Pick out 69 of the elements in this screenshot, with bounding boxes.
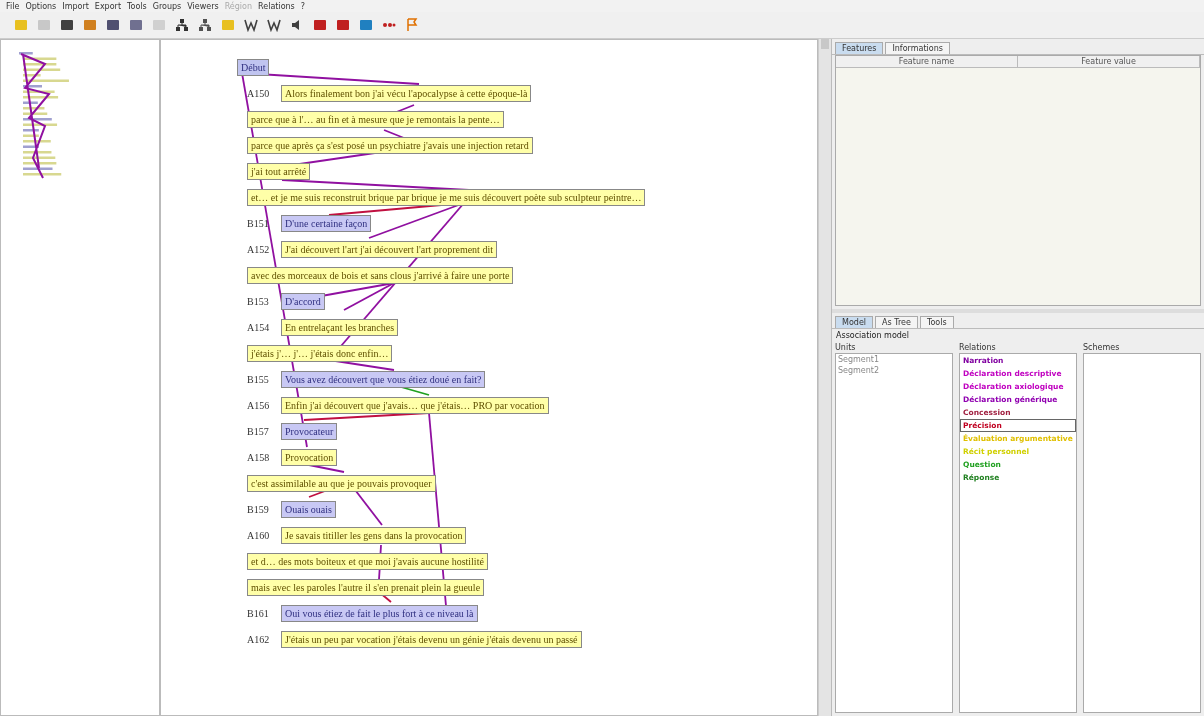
text-segment[interactable]: Provocateur bbox=[281, 422, 338, 440]
text-segment[interactable]: J'ai découvert l'art j'ai découvert l'art proprement dit bbox=[281, 240, 497, 258]
menu-item[interactable]: Options bbox=[25, 1, 57, 11]
panel-tab[interactable]: Informations bbox=[885, 42, 950, 54]
speaker-label: A162 bbox=[247, 633, 271, 645]
text-segment[interactable]: Oui vous étiez de fait le plus fort à ce niveau là bbox=[281, 604, 478, 622]
scroll-thumb[interactable] bbox=[821, 39, 829, 49]
shape-icon bbox=[336, 18, 350, 32]
speaker-label: B153 bbox=[247, 295, 270, 307]
speaker-label: B155 bbox=[247, 373, 270, 385]
blank-icon bbox=[37, 18, 51, 32]
text-segment[interactable]: Je savais titiller les gens dans la provocation bbox=[281, 526, 467, 544]
tree-icon bbox=[198, 18, 212, 32]
column-header: Feature value bbox=[1018, 56, 1200, 68]
shape-icon bbox=[313, 18, 327, 32]
speaker-label: A150 bbox=[247, 87, 271, 99]
text-segment[interactable]: Alors finalement bon j'ai vécu l'apocalypse à cette époque-là bbox=[281, 84, 532, 102]
speaker-label: A156 bbox=[247, 399, 271, 411]
panel-tab[interactable]: Features bbox=[835, 42, 884, 54]
text-segment[interactable]: mais avec les paroles l'autre il s'en prenait plein la gueule bbox=[247, 578, 485, 596]
speaker-label: A154 bbox=[247, 321, 271, 333]
text-segment[interactable]: En entrelaçant les branches bbox=[281, 318, 399, 336]
menu-item[interactable]: Export bbox=[94, 1, 121, 11]
text-segment[interactable]: et d… des mots boiteux et que moi j'avais aucune hostilité bbox=[247, 552, 488, 570]
menu-item[interactable]: Viewers bbox=[187, 1, 219, 11]
text-segment[interactable]: Ouais ouais bbox=[281, 500, 336, 518]
text-segment[interactable]: avec des morceaux de bois et sans clous j'arrivé à faire une porte bbox=[247, 266, 514, 284]
column-header: Relations bbox=[959, 342, 997, 353]
list-item[interactable]: Segment1 bbox=[836, 354, 952, 365]
toolbar-button[interactable] bbox=[196, 16, 214, 34]
flag-icon bbox=[405, 18, 419, 32]
list-item[interactable]: Segment2 bbox=[836, 365, 952, 376]
text-segment[interactable]: Vous avez découvert que vous étiez doué en fait? bbox=[281, 370, 486, 388]
text-segment[interactable]: parce que à l'… au fin et à mesure que je remontais la pente… bbox=[247, 110, 504, 128]
column-header: Schemes bbox=[1083, 342, 1121, 353]
panel-tab[interactable]: Tools bbox=[919, 316, 954, 328]
panel-tab[interactable]: As Tree bbox=[875, 316, 918, 328]
column-header: Units bbox=[835, 342, 857, 353]
menu-item[interactable]: Import bbox=[62, 1, 89, 11]
menu-item[interactable]: Tools bbox=[127, 1, 147, 11]
menu-item[interactable]: File bbox=[6, 1, 20, 11]
text-segment[interactable]: et… et je me suis reconstruit brique par brique je me suis découvert poète sub sculpteur peintre… bbox=[247, 188, 646, 206]
menu-item[interactable]: Relations bbox=[258, 1, 295, 11]
speaker-label: B159 bbox=[247, 503, 270, 515]
text-segment[interactable]: Provocation bbox=[281, 448, 338, 466]
speaker-label: B157 bbox=[247, 425, 270, 437]
speaker-label: A158 bbox=[247, 451, 271, 463]
menu-item[interactable]: ? bbox=[300, 1, 306, 11]
menu-item[interactable]: Groups bbox=[152, 1, 182, 11]
speaker-label: A160 bbox=[247, 529, 271, 541]
w-icon bbox=[267, 18, 281, 32]
speaker-label: B151 bbox=[247, 217, 270, 229]
text-segment[interactable]: Début bbox=[237, 58, 270, 76]
section-title: Association model bbox=[835, 330, 910, 342]
tree-icon bbox=[175, 18, 189, 32]
panel-tab[interactable]: Model bbox=[835, 316, 874, 328]
text-segment[interactable]: Enfin j'ai découvert que j'avais… que j'étais… PRO par vocation bbox=[281, 396, 549, 414]
toolbar-button[interactable] bbox=[173, 16, 191, 34]
text-segment[interactable]: D'une certaine façon bbox=[281, 214, 372, 232]
column-header: Feature name bbox=[836, 56, 1018, 68]
text-segment[interactable]: j'étais j'… j'… j'étais donc enfin… bbox=[247, 344, 393, 362]
text-segment[interactable]: j'ai tout arrêté bbox=[247, 162, 311, 180]
text-segment[interactable]: D'accord bbox=[281, 292, 325, 310]
w-icon bbox=[244, 18, 258, 32]
speaker-label: A152 bbox=[247, 243, 271, 255]
speaker-label: B161 bbox=[247, 607, 270, 619]
text-segment[interactable]: parce que après ça s'est posé un psychiatre j'avais une injection retard bbox=[247, 136, 533, 154]
text-segment[interactable]: J'étais un peu par vocation j'étais devenu un génie j'étais devenu un passé bbox=[281, 630, 582, 648]
blank-icon bbox=[152, 18, 166, 32]
